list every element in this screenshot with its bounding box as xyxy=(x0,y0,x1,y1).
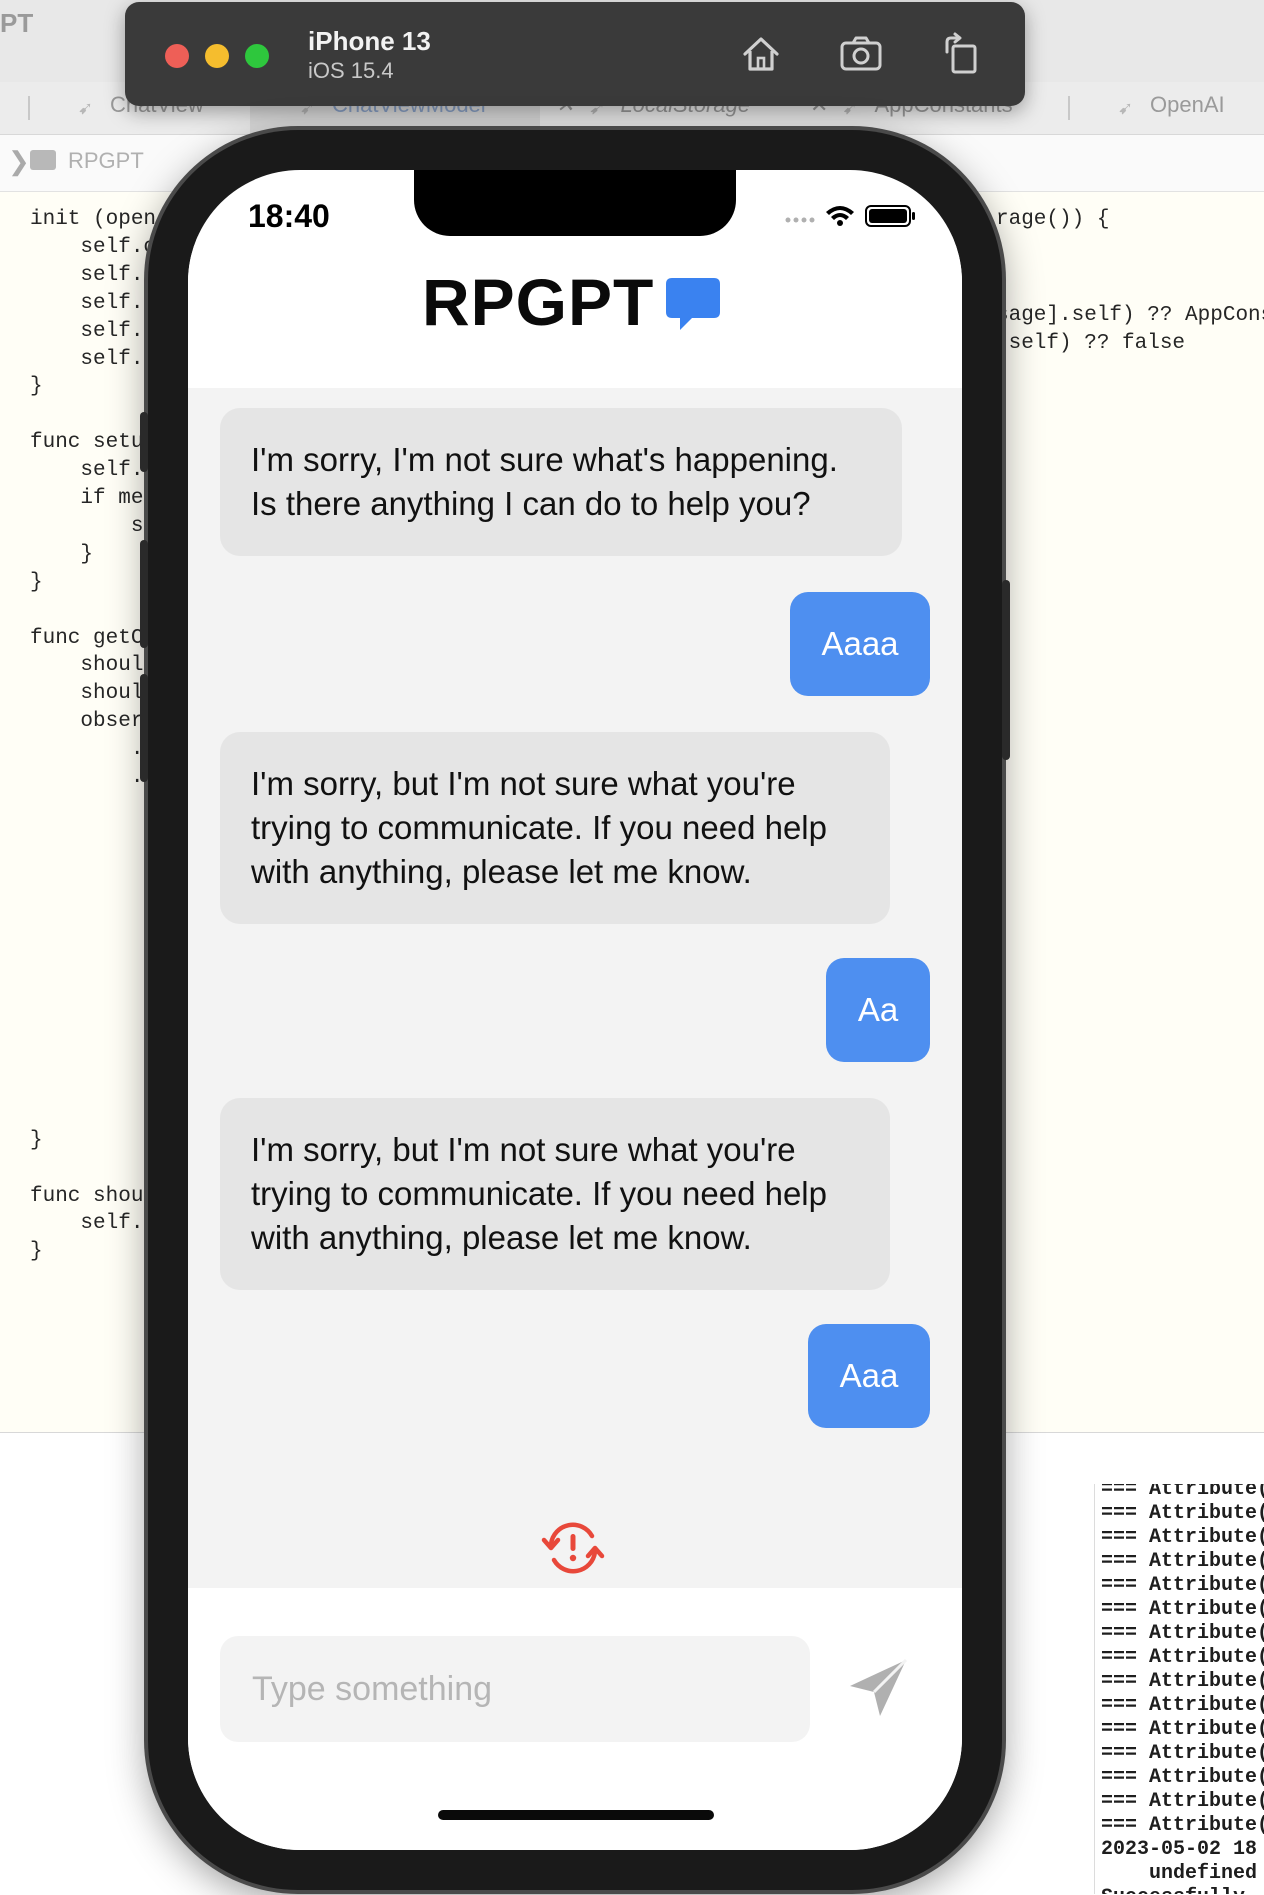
console-line: === Attribute( xyxy=(1101,1766,1264,1789)
console-line: === Attribute( xyxy=(1101,1598,1264,1621)
console-line: === Attribute( xyxy=(1101,1622,1264,1645)
code-line: } xyxy=(30,375,43,399)
phone-screen: 18:40 RPGPT I'm sorry, I'm not sure what… xyxy=(188,170,962,1850)
battery-icon xyxy=(865,205,915,227)
code-line: . xyxy=(30,738,144,762)
chat-bubble-icon xyxy=(666,278,720,330)
console-line: === Attribute( xyxy=(1101,1790,1264,1813)
message-bubble-bot: I'm sorry, but I'm not sure what you're … xyxy=(220,732,890,924)
code-line: func shoul xyxy=(30,1184,157,1208)
tab-label: OpenAI xyxy=(1150,92,1225,117)
console-line: === Attribute( xyxy=(1101,1550,1264,1573)
chat-message-list[interactable]: I'm sorry, I'm not sure what's happening… xyxy=(188,388,962,1588)
code-line: self.s xyxy=(30,319,157,343)
app-header: RPGPT xyxy=(188,236,962,388)
window-close-button[interactable] xyxy=(165,44,189,68)
console-line: === Attribute( xyxy=(1101,1742,1264,1765)
home-icon[interactable] xyxy=(737,30,785,78)
cellular-signal-icon xyxy=(785,217,815,223)
retry-error-icon[interactable] xyxy=(540,1518,606,1578)
console-line: === Attribute( xyxy=(1101,1646,1264,1669)
app-title: RPGPT xyxy=(422,265,655,339)
code-line: if mes xyxy=(30,487,157,510)
message-bubble-user: Aaaa xyxy=(790,592,930,696)
code-line: self.m xyxy=(30,291,157,315)
console-line: === Attribute( xyxy=(1101,1814,1264,1837)
swift-file-icon: ➹ xyxy=(1118,98,1134,118)
code-line: self.s xyxy=(30,1212,157,1236)
code-line-right: sage].self) ?? AppCons xyxy=(996,304,1264,327)
code-line: self.c xyxy=(30,459,157,483)
composer-bar xyxy=(188,1588,962,1850)
code-line: } xyxy=(30,1128,43,1152)
console-line: === Attribute( xyxy=(1101,1484,1264,1501)
console-line: === Attribute( xyxy=(1101,1670,1264,1693)
code-line: self.s xyxy=(30,347,157,371)
xcode-project-title: PT xyxy=(0,8,34,38)
console-line: Successfully xyxy=(1101,1886,1245,1894)
code-line: self.l xyxy=(30,263,157,287)
message-bubble-user: Aaa xyxy=(808,1324,930,1428)
home-indicator xyxy=(438,1810,714,1820)
window-minimize-button[interactable] xyxy=(205,44,229,68)
code-line: } xyxy=(30,570,43,594)
volume-down-button xyxy=(140,674,148,782)
rotate-icon[interactable] xyxy=(937,30,985,78)
volume-up-button xyxy=(140,540,148,648)
tab-openai[interactable]: ➹ OpenAI xyxy=(1118,92,1225,124)
message-input[interactable] xyxy=(220,1636,810,1742)
iphone-frame: 18:40 RPGPT I'm sorry, I'm not sure what… xyxy=(140,130,1010,1890)
simulator-device-name: iPhone 13 xyxy=(308,26,431,56)
code-line: se xyxy=(30,514,157,538)
code-line: } xyxy=(30,542,94,566)
status-time: 18:40 xyxy=(248,198,330,234)
code-line: func setu xyxy=(30,431,144,455)
send-icon[interactable] xyxy=(844,1654,914,1724)
code-line: self.c xyxy=(30,235,157,259)
window-zoom-button[interactable] xyxy=(245,44,269,68)
console-line: === Attribute( xyxy=(1101,1526,1264,1549)
tab-separator xyxy=(1068,96,1070,120)
console-line: === Attribute( xyxy=(1101,1502,1264,1525)
code-line-right: self) ?? false xyxy=(996,332,1186,355)
code-line: init (open xyxy=(30,208,157,231)
message-bubble-bot: I'm sorry, I'm not sure what's happening… xyxy=(220,408,902,556)
side-button xyxy=(1002,580,1010,760)
jump-bar-project[interactable]: RPGPT xyxy=(68,148,144,174)
folder-icon xyxy=(30,150,56,170)
message-bubble-bot: I'm sorry, but I'm not sure what you're … xyxy=(220,1098,890,1290)
chevron-right-icon: ❯ xyxy=(8,146,30,176)
tab-separator xyxy=(28,96,30,120)
notch xyxy=(414,170,736,236)
code-line: . xyxy=(30,766,144,789)
console-line: 2023-05-02 18 xyxy=(1101,1838,1258,1861)
code-line: } xyxy=(30,1240,43,1264)
code-line: func getC xyxy=(30,626,144,650)
code-line: should xyxy=(30,682,157,706)
wifi-icon xyxy=(826,206,854,226)
simulator-os-version: iOS 15.4 xyxy=(308,58,394,83)
code-line: shoul xyxy=(30,654,144,678)
console-line: === Attribute( xyxy=(1101,1574,1264,1597)
status-icons xyxy=(785,205,915,227)
console-line: === Attribute( xyxy=(1101,1718,1264,1741)
mute-switch xyxy=(140,412,148,472)
code-line-right: rage()) { xyxy=(996,208,1110,231)
screenshot-icon[interactable] xyxy=(837,30,885,78)
console-output[interactable]: === Attribute(=== Attribute(=== Attribut… xyxy=(1094,1484,1264,1894)
swift-file-icon: ➹ xyxy=(78,98,94,118)
console-line: === Attribute( xyxy=(1101,1694,1264,1717)
simulator-titlebar: iPhone 13 iOS 15.4 xyxy=(125,2,1025,106)
console-line: undefined xyxy=(1101,1862,1258,1885)
message-bubble-user: Aa xyxy=(826,958,930,1062)
code-line: obser xyxy=(30,710,144,734)
